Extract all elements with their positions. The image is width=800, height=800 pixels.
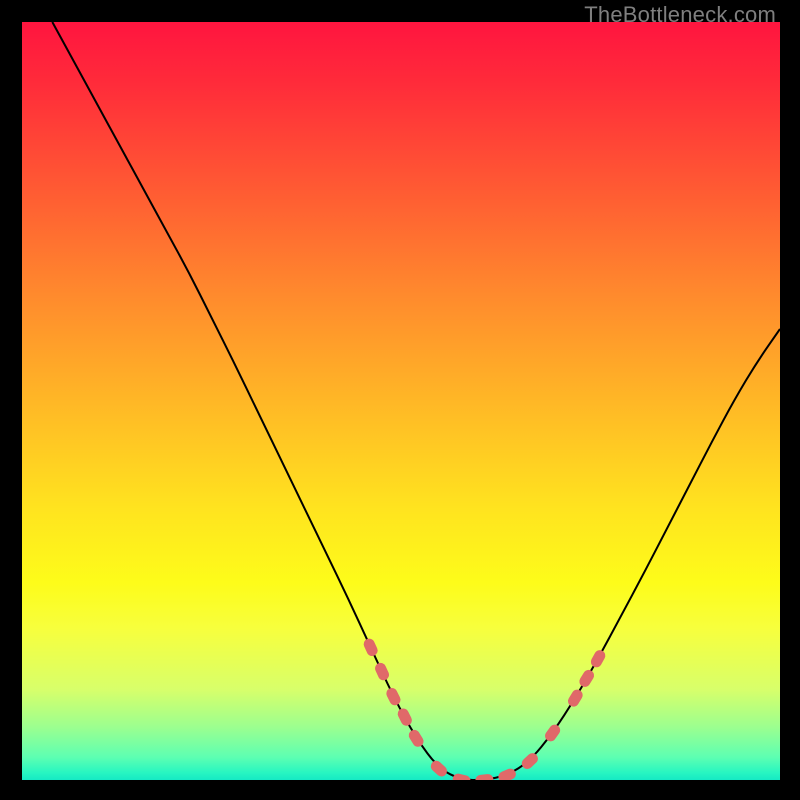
marker-group <box>362 637 607 780</box>
curve-marker <box>475 774 494 780</box>
bottleneck-curve <box>52 22 780 780</box>
curve-marker <box>589 648 607 669</box>
curve-layer <box>22 22 780 780</box>
curve-marker <box>452 772 472 780</box>
curve-marker <box>566 688 585 709</box>
curve-marker <box>577 668 596 689</box>
curve-marker <box>396 707 414 728</box>
curve-marker <box>429 758 450 778</box>
curve-marker <box>497 767 518 780</box>
curve-marker <box>520 751 541 771</box>
curve-marker <box>373 661 391 682</box>
watermark-text: TheBottleneck.com <box>584 2 776 28</box>
chart-frame: TheBottleneck.com <box>0 0 800 800</box>
curve-marker <box>384 686 402 707</box>
plot-area <box>22 22 780 780</box>
curve-marker <box>362 637 380 658</box>
